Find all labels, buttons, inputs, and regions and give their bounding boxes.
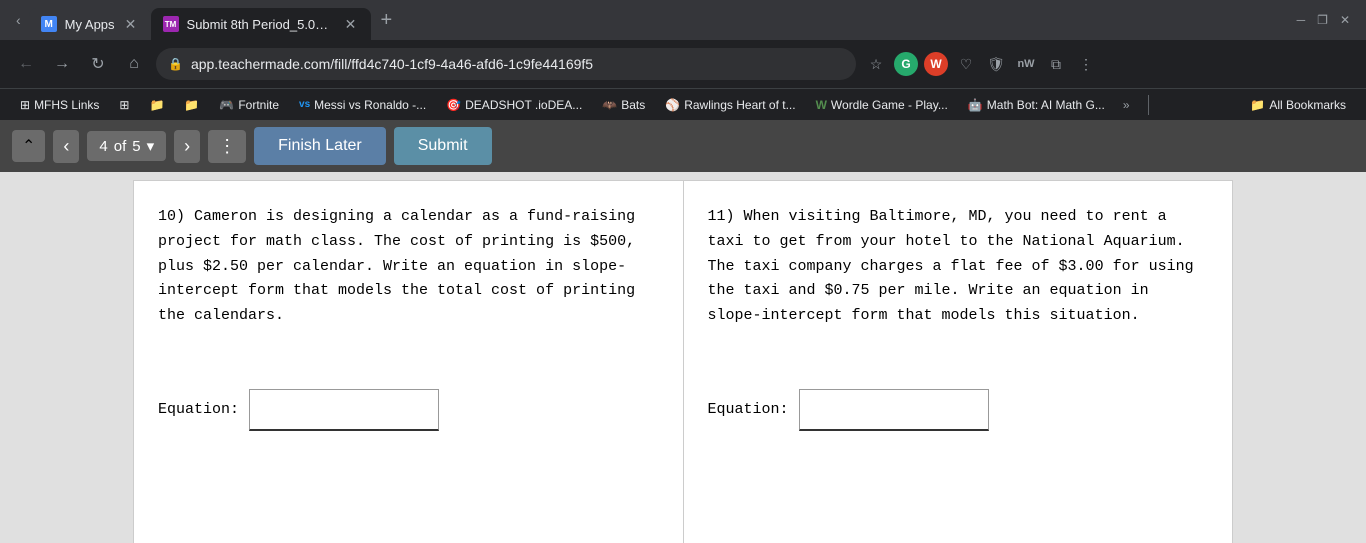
submit-button[interactable]: Submit [394,127,492,165]
quiz-area: 10) Cameron is designing a calendar as a… [133,180,1233,543]
page-counter[interactable]: 4 of 5 ▾ [87,131,166,161]
ms-icon[interactable]: W [924,52,948,76]
question-10-equation-label: Equation: [158,398,239,422]
home-button[interactable]: ⌂ [120,50,148,78]
bookmark-deadshot-label: DEADSHOT .ioDEA... [465,98,582,112]
folder-icon: 📁 [1250,98,1265,112]
page-current: 4 [99,138,107,155]
page-wrapper: 10) Cameron is designing a calendar as a… [0,172,1366,543]
question-11: 11) When visiting Baltimore, MD, you nee… [684,181,1233,543]
deadshot-icon: 🎯 [446,98,461,112]
bookmark-apps[interactable]: ⊞ MFHS Links [12,93,107,117]
tm-favicon: TM [163,16,179,32]
prev-page-button[interactable]: ‹ [53,130,79,163]
finish-later-button[interactable]: Finish Later [254,127,386,165]
new-tab-button[interactable]: + [371,0,403,40]
bookmark-wordle[interactable]: W Wordle Game - Play... [808,93,956,117]
bookmark-wordle-label: Wordle Game - Play... [831,98,948,112]
question-10-equation-area: Equation: [158,389,659,431]
bookmark-mathbot-label: Math Bot: AI Math G... [987,98,1105,112]
refresh-button[interactable]: ↻ [84,50,112,78]
bats-icon: 🦇 [602,98,617,112]
question-11-text: 11) When visiting Baltimore, MD, you nee… [708,205,1209,329]
collapse-icon: ⌃ [22,138,35,155]
grid-icon: ⊞ [119,98,129,112]
bookmark-deadshot[interactable]: 🎯 DEADSHOT .ioDEA... [438,93,590,117]
bookmark-fortnite-label: Fortnite [238,98,279,112]
question-11-equation-area: Equation: [708,389,1209,431]
bookmark-bats-label: Bats [621,98,645,112]
bookmark-mathbot[interactable]: 🤖 Math Bot: AI Math G... [960,93,1113,117]
star-icon[interactable]: ☆ [864,52,888,76]
more-bookmarks-button[interactable]: » [1117,98,1136,112]
back-button[interactable]: ← [12,50,40,78]
maximize-button[interactable]: ❐ [1317,13,1328,27]
page-content: ⌃ ‹ 4 of 5 ▾ › ⋮ Finish Later Submit 10)… [0,120,1366,543]
question-11-equation-label: Equation: [708,398,789,422]
bookmark-messi-label: Messi vs Ronaldo -... [314,98,426,112]
folder1-icon: 📁 [149,98,164,112]
bookmark-bats[interactable]: 🦇 Bats [594,93,653,117]
next-icon: › [184,136,190,156]
url-bar[interactable]: 🔒 app.teachermade.com/fill/ffd4c740-1cf9… [156,48,856,80]
messi-icon: vs [299,99,310,110]
url-text: app.teachermade.com/fill/ffd4c740-1cf9-4… [191,56,844,72]
page-of: of [114,138,127,155]
wordle-icon: W [816,98,827,112]
bookmarks-bar: ⊞ MFHS Links ⊞ 📁 📁 🎮 Fortnite vs Messi v… [0,88,1366,120]
tab-my-apps[interactable]: M My Apps ✕ [29,8,151,40]
bookmark-messi[interactable]: vs Messi vs Ronaldo -... [291,93,434,117]
shield-icon[interactable]: 🛡 [984,52,1008,76]
tab-myapps-close[interactable]: ✕ [123,16,139,32]
tab-teachermade[interactable]: TM Submit 8th Period_5.06 Mixed... ✕ [151,8,371,40]
question-10-text: 10) Cameron is designing a calendar as a… [158,205,659,329]
extensions-icon[interactable]: ⧉ [1044,52,1068,76]
more-icon: ⋮ [218,136,236,156]
bookmark-rawlings[interactable]: ⚾ Rawlings Heart of t... [657,93,803,117]
folder2-icon: 📁 [184,98,199,112]
assignment-toolbar: ⌃ ‹ 4 of 5 ▾ › ⋮ Finish Later Submit [0,120,1366,172]
window-controls: ─ ❐ ✕ [1297,13,1358,27]
question-10-input[interactable] [249,389,439,431]
tab-bar: ‹ M My Apps ✕ TM Submit 8th Period_5.06 … [0,0,1366,40]
grammarly-icon[interactable]: G [894,52,918,76]
prev-icon: ‹ [63,136,69,156]
bookmark-rawlings-label: Rawlings Heart of t... [684,98,795,112]
minimize-button[interactable]: ─ [1297,13,1306,27]
bookmark-apps-label: MFHS Links [34,98,99,112]
tab-tm-close[interactable]: ✕ [343,16,359,32]
tab-scroll-left[interactable]: ‹ [8,0,29,40]
myapps-favicon: M [41,16,57,32]
fortnite-icon: 🎮 [219,98,234,112]
address-icons: ☆ G W ♡ 🛡 nW ⧉ ⋮ [864,52,1098,76]
bookmark-folder2[interactable]: 📁 [176,93,207,117]
bookmark-grid[interactable]: ⊞ [111,93,137,117]
bookmarks-separator [1148,95,1149,115]
address-bar: ← → ↻ ⌂ 🔒 app.teachermade.com/fill/ffd4c… [0,40,1366,88]
tab-myapps-label: My Apps [65,17,115,32]
rawlings-icon: ⚾ [665,98,680,112]
all-bookmarks-button[interactable]: 📁 All Bookmarks [1242,98,1354,112]
menu-icon[interactable]: ⋮ [1074,52,1098,76]
page-total: 5 [132,138,140,155]
bookmark-fortnite[interactable]: 🎮 Fortnite [211,93,287,117]
more-options-button[interactable]: ⋮ [208,130,246,163]
apps-icon: ⊞ [20,98,30,112]
all-bookmarks-label: All Bookmarks [1269,98,1346,112]
collapse-button[interactable]: ⌃ [12,130,45,162]
nw-icon[interactable]: nW [1014,52,1038,76]
next-page-button[interactable]: › [174,130,200,163]
question-11-input[interactable] [799,389,989,431]
tab-tm-label: Submit 8th Period_5.06 Mixed... [187,17,335,32]
close-button[interactable]: ✕ [1340,13,1350,27]
dropdown-icon: ▾ [147,137,155,155]
security-icon: 🔒 [168,57,183,71]
bookmark-folder1[interactable]: 📁 [141,93,172,117]
heart-icon[interactable]: ♡ [954,52,978,76]
mathbot-icon: 🤖 [968,98,983,112]
question-10: 10) Cameron is designing a calendar as a… [134,181,684,543]
forward-button[interactable]: → [48,50,76,78]
